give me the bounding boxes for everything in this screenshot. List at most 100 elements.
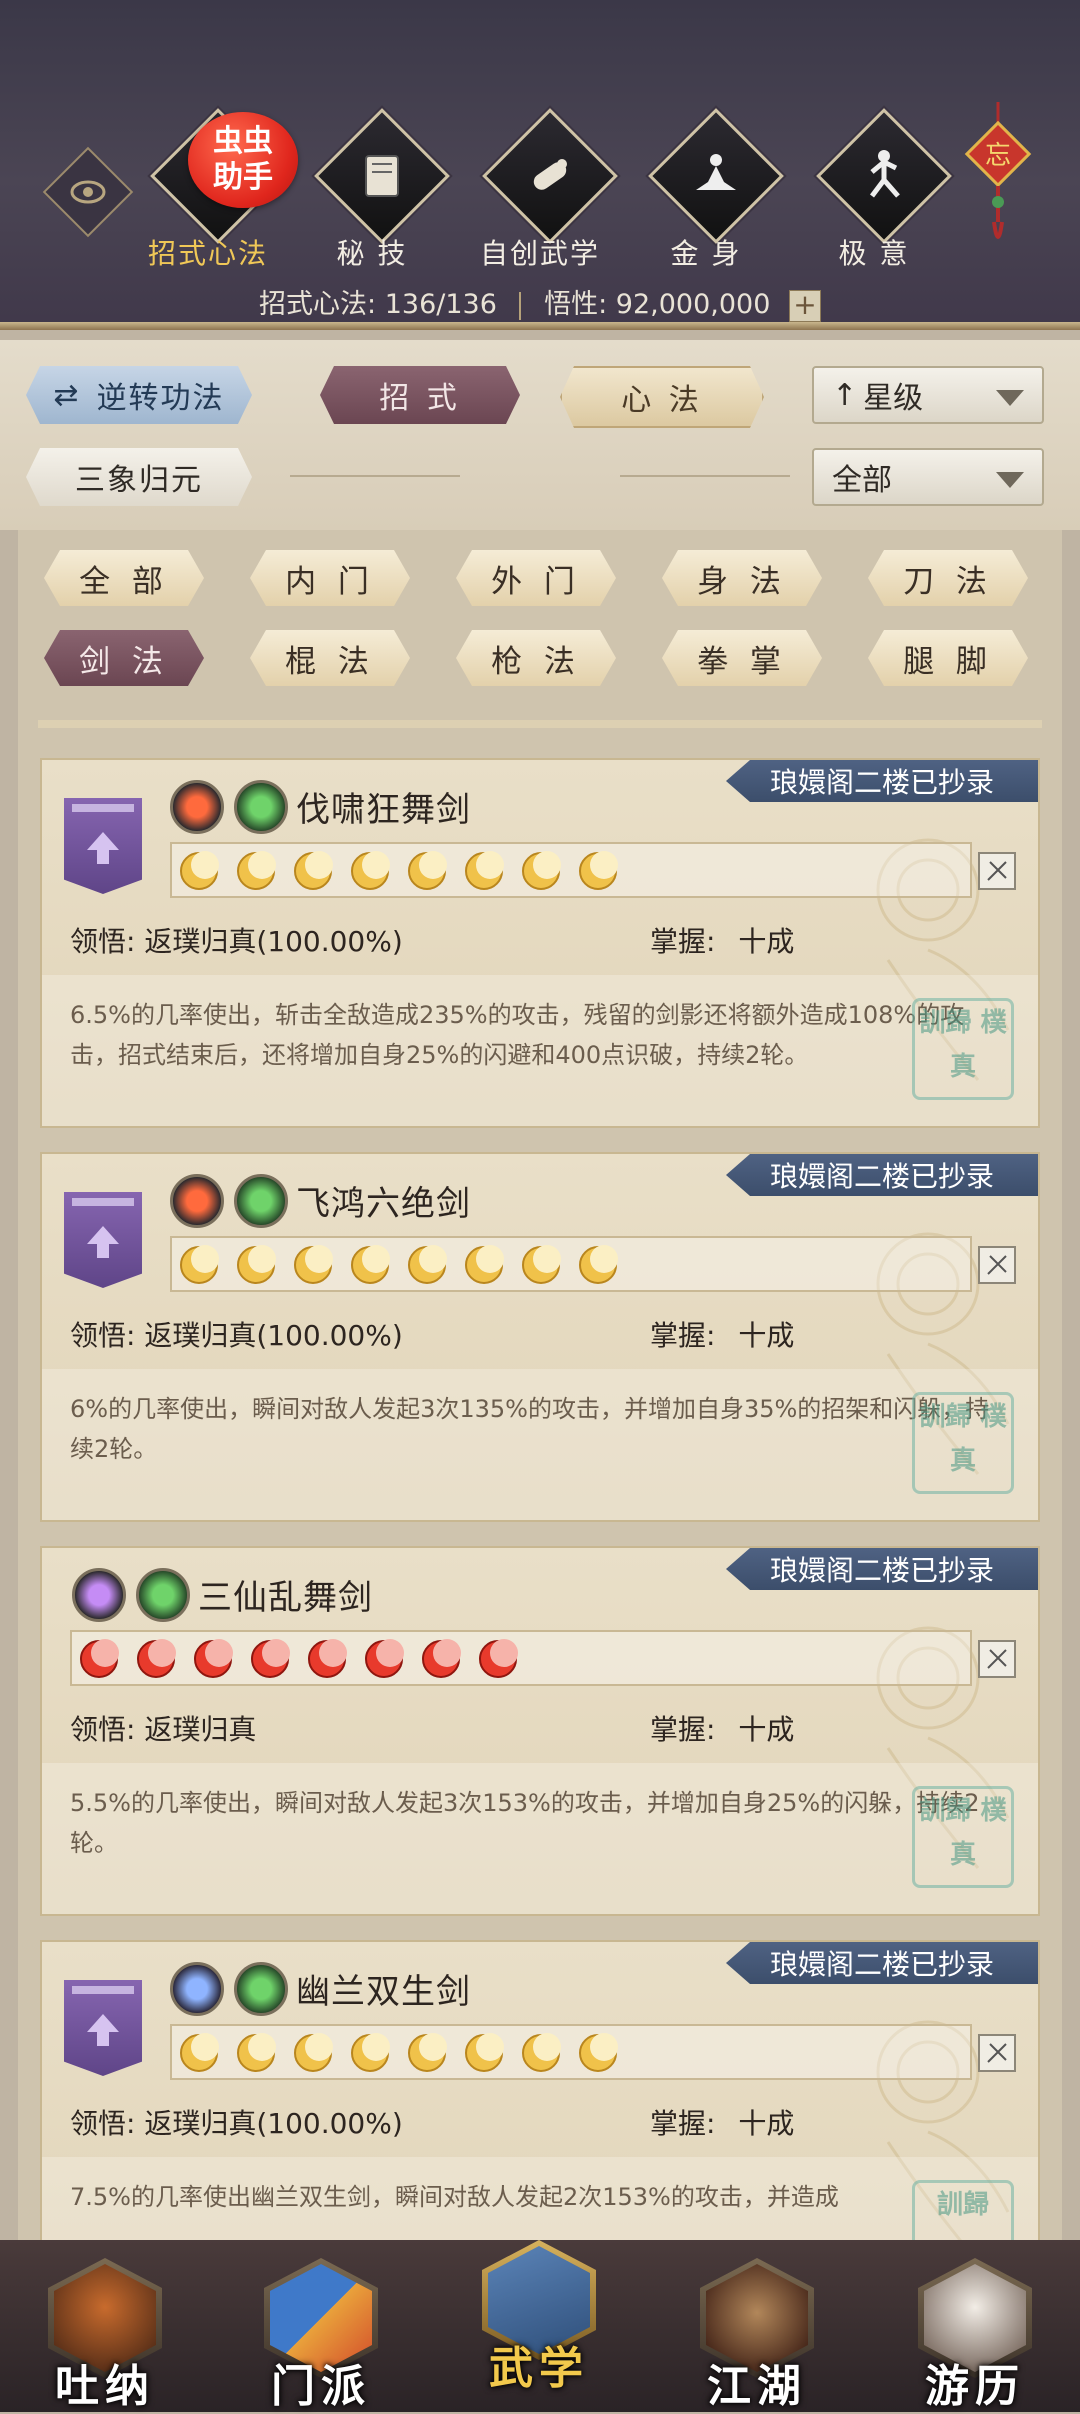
mastery-field: 掌握: 十成 xyxy=(650,2102,794,2142)
category-sword[interactable]: 剑 法 xyxy=(44,630,204,686)
star-rating-row xyxy=(170,1236,972,1292)
mastery-value: 十成 xyxy=(738,1713,795,1746)
crescent-moon-icon xyxy=(180,851,219,890)
sort-dropdown[interactable]: ↑ 星级 xyxy=(812,366,1044,424)
skill-card[interactable]: 琅嬛阁二楼已抄录 飞鸿六绝剑 领悟: 返璞归真(100.00%) 掌握: 十成 6%的几… xyxy=(40,1152,1040,1522)
sanxiang-button[interactable]: 三象归元 xyxy=(26,448,252,506)
category-kick[interactable]: 腿 脚 xyxy=(868,630,1028,686)
badge-line1: 虫虫 xyxy=(213,124,273,159)
top-nav-golden-body[interactable]: 金 身 xyxy=(626,108,786,270)
add-insight-button[interactable]: + xyxy=(788,289,821,322)
crescent-moon-icon xyxy=(251,1639,290,1678)
skill-description: 6.5%的几率使出，斩击全敌造成235%的攻击，残留的剑影还将额外造成108%的… xyxy=(42,975,1038,1126)
bottom-nav: 吐纳 门派 武学 江湖 游历 xyxy=(0,2240,1080,2412)
crescent-moon-icon xyxy=(237,851,276,890)
seal-stamp: 訓歸 樸真 xyxy=(912,1392,1014,1494)
tab-heart-method[interactable]: 心 法 xyxy=(560,366,764,428)
stats-divider xyxy=(519,291,522,320)
copied-banner: 琅嬛阁二楼已抄录 xyxy=(726,760,1038,802)
skill-card[interactable]: 琅嬛阁二楼已抄录 幽兰双生剑 领悟: 返璞归真(100.00%) 掌握: 十成 7.5%… xyxy=(40,1940,1040,2240)
bottom-nav-travel[interactable]: 游历 xyxy=(900,2250,1050,2412)
comprehension-field: 领悟: 返璞归真(100.00%) xyxy=(70,1314,403,1354)
skill-list-panel[interactable]: 全 部 内 门 外 门 身 法 刀 法 剑 法 棍 法 枪 法 拳 掌 腿 脚 … xyxy=(18,530,1062,2240)
bottom-nav-jianghu[interactable]: 江湖 xyxy=(682,2250,832,2412)
skill-description: 6%的几率使出，瞬间对敌人发起3次135%的攻击，并增加自身35%的招架和闪躲，… xyxy=(42,1369,1038,1520)
category-staff[interactable]: 棍 法 xyxy=(250,630,410,686)
comprehension-value: 返璞归真 xyxy=(144,1713,257,1746)
scope-dropdown[interactable]: 全部 xyxy=(812,448,1044,506)
mastery-field: 掌握: 十成 xyxy=(650,1708,794,1748)
category-fist[interactable]: 拳 掌 xyxy=(662,630,822,686)
category-all[interactable]: 全 部 xyxy=(44,550,204,606)
category-outer[interactable]: 外 门 xyxy=(456,550,616,606)
bottom-nav-sect[interactable]: 门派 xyxy=(246,2250,396,2412)
comprehension-label: 领悟: xyxy=(70,2107,136,2140)
sanxiang-label: 三象归元 xyxy=(75,463,203,498)
top-nav-label: 秘 技 xyxy=(336,237,408,270)
comprehension-field: 领悟: 返璞归真 xyxy=(70,1708,256,1748)
skill-description: 7.5%的几率使出幽兰双生剑，瞬间对敌人发起2次153%的攻击，并造成 xyxy=(42,2157,1038,2240)
skill-card[interactable]: 琅嬛阁二楼已抄录 伐啸狂舞剑 领悟: 返璞归真(100.00%) 掌握: 十成 6.5%… xyxy=(40,758,1040,1128)
top-nav-secret-skill[interactable]: 秘 技 xyxy=(292,108,452,270)
bottom-nav-breathing[interactable]: 吐纳 xyxy=(30,2250,180,2412)
category-blade[interactable]: 刀 法 xyxy=(868,550,1028,606)
crescent-moon-icon xyxy=(365,1639,404,1678)
divider-ornament xyxy=(620,475,790,477)
mastery-label: 掌握: xyxy=(650,1319,716,1352)
comprehension-value: 返璞归真(100.00%) xyxy=(144,2107,403,2140)
tab-heart-label: 心 法 xyxy=(621,383,703,418)
seal-stamp: 訓歸 樸真 xyxy=(912,998,1014,1100)
crescent-moon-icon xyxy=(294,2033,333,2072)
up-arrow-icon: ↑ xyxy=(832,377,858,413)
sword-icon xyxy=(978,1246,1016,1284)
crescent-moon-icon xyxy=(579,2033,618,2072)
crescent-moon-icon xyxy=(522,1245,561,1284)
seal-stamp: 訓歸 樸真 xyxy=(912,1786,1014,1888)
fire-icon xyxy=(170,780,224,834)
divider-ornament xyxy=(290,475,460,477)
crescent-moon-icon xyxy=(80,1639,119,1678)
scroll-icon xyxy=(502,128,598,224)
crescent-moon-icon xyxy=(351,851,390,890)
tab-moves[interactable]: 招 式 xyxy=(320,366,520,424)
crescent-moon-icon xyxy=(422,1639,461,1678)
hanging-charm-icon[interactable]: 忘 xyxy=(958,102,1038,262)
skill-card[interactable]: 琅嬛阁二楼已抄录 三仙乱舞剑 领悟: 返璞归真 掌握: 十成 5.5%的几率使出，瞬间对… xyxy=(40,1546,1040,1916)
category-inner[interactable]: 内 门 xyxy=(250,550,410,606)
crescent-moon-icon xyxy=(522,2033,561,2072)
bottom-nav-label: 游历 xyxy=(925,2361,1025,2412)
techniques-value: 136/136 xyxy=(384,289,497,320)
chongchong-helper-badge[interactable]: 虫虫 助手 xyxy=(188,112,298,208)
crescent-moon-icon xyxy=(294,1245,333,1284)
tab-moves-label: 招 式 xyxy=(379,381,461,416)
crescent-moon-icon xyxy=(294,851,333,890)
scope-label: 全部 xyxy=(832,463,892,498)
comprehension-label: 领悟: xyxy=(70,1713,136,1746)
top-nav-label: 金 身 xyxy=(670,237,742,270)
star-rating-row xyxy=(70,1630,972,1686)
top-nav-self-created[interactable]: 自创武学 xyxy=(460,108,620,270)
skill-name: 伐啸狂舞剑 xyxy=(296,790,471,830)
crescent-moon-icon xyxy=(308,1639,347,1678)
bottom-nav-label: 门派 xyxy=(271,2361,371,2412)
crescent-moon-icon xyxy=(180,1245,219,1284)
crescent-moon-icon xyxy=(180,2033,219,2072)
book-icon xyxy=(334,128,430,224)
top-nav-ultimate[interactable]: 极 意 xyxy=(794,108,954,270)
bottom-nav-martial-arts[interactable]: 武学 xyxy=(464,2232,614,2394)
meditation-icon xyxy=(668,128,764,224)
top-nav-label: 招式心法 xyxy=(147,237,268,270)
sort-label: 星级 xyxy=(863,381,924,416)
mastery-label: 掌握: xyxy=(650,925,716,958)
crescent-moon-icon xyxy=(465,1245,504,1284)
bottom-nav-label: 江湖 xyxy=(707,2361,807,2412)
crescent-moon-icon xyxy=(408,2033,447,2072)
category-spear[interactable]: 枪 法 xyxy=(456,630,616,686)
reverse-technique-button[interactable]: ⇄ 逆转功法 xyxy=(26,366,252,424)
chevron-down-icon xyxy=(996,472,1024,488)
crescent-moon-icon xyxy=(522,851,561,890)
comprehension-field: 领悟: 返璞归真(100.00%) xyxy=(70,2102,403,2142)
copied-banner: 琅嬛阁二楼已抄录 xyxy=(726,1154,1038,1196)
reverse-technique-label: 逆转功法 xyxy=(96,381,225,416)
category-movement[interactable]: 身 法 xyxy=(662,550,822,606)
